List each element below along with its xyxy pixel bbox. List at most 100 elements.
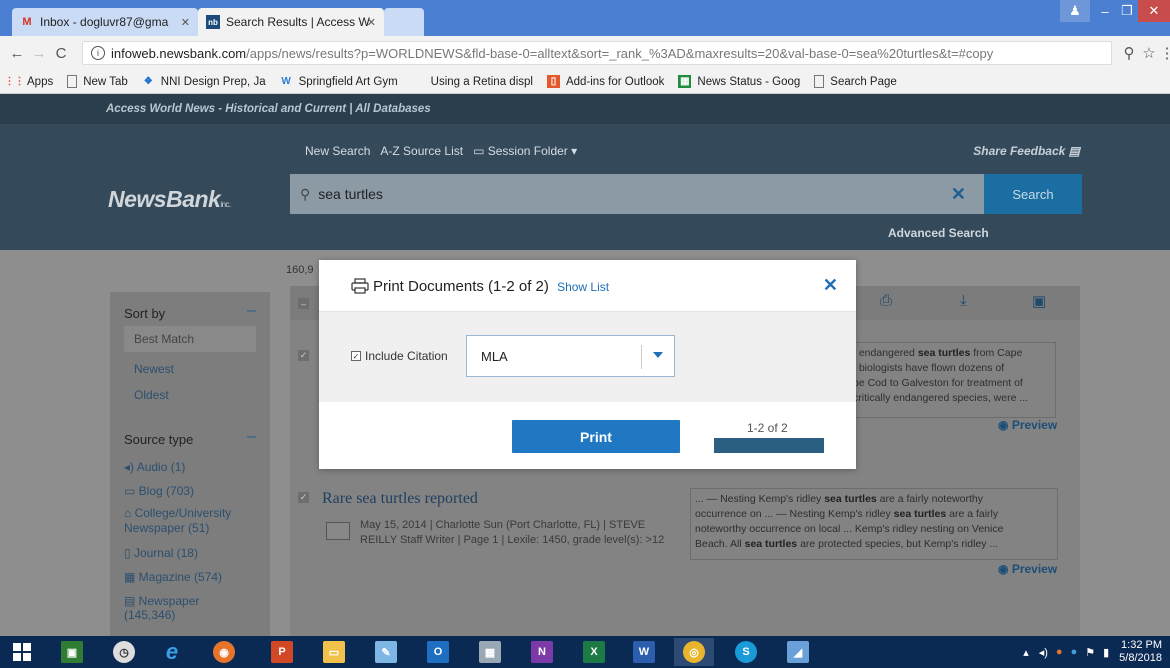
print-button[interactable]: Print: [512, 420, 680, 453]
outlook-icon: O: [427, 641, 449, 663]
caret-down-icon[interactable]: [653, 352, 663, 358]
advanced-search-link[interactable]: Advanced Search: [888, 226, 989, 240]
search-value: sea turtles: [318, 186, 383, 202]
powerpoint-icon: P: [271, 641, 293, 663]
user-icon[interactable]: ♟: [1060, 0, 1090, 22]
preview-link[interactable]: ◉ Preview: [998, 418, 1057, 432]
sort-newest[interactable]: Newest: [124, 362, 174, 376]
forward-icon[interactable]: →: [28, 45, 50, 62]
calculator-app[interactable]: ▦: [470, 638, 510, 666]
chrome-icon: ◎: [683, 641, 705, 663]
result-checkbox[interactable]: ✓: [298, 492, 309, 503]
system-clock[interactable]: 1:32 PM 5/8/2018: [1119, 639, 1162, 665]
file-explorer-app[interactable]: ▭: [314, 638, 354, 666]
collapse-icon[interactable]: –: [247, 302, 256, 320]
print-documents-modal: Print Documents (1-2 of 2) Show List ✕ ✓…: [319, 260, 856, 469]
other-app[interactable]: ◢: [778, 638, 818, 666]
new-tab-button[interactable]: [384, 8, 424, 36]
close-window-button[interactable]: ✕: [1138, 0, 1170, 22]
tray-app-icon[interactable]: ●: [1071, 646, 1078, 658]
volume-icon[interactable]: ◂): [1039, 646, 1048, 659]
clear-search-icon[interactable]: ✕: [951, 184, 966, 205]
zoom-icon[interactable]: ⚲: [1118, 44, 1140, 62]
include-citation-label: Include Citation: [365, 349, 448, 363]
tab-search-results[interactable]: nb Search Results | Access W ✕: [198, 8, 384, 36]
include-citation-option[interactable]: ✓ Include Citation: [351, 349, 448, 363]
result-checkbox[interactable]: ✓: [298, 350, 309, 361]
sort-best-match[interactable]: Best Match: [124, 326, 256, 352]
show-list-link[interactable]: Show List: [557, 280, 609, 294]
windows-taskbar: ▣ ◷ e ◉ P ▭ ✎ O ▦ N X W ◎ S ◢ ▴ ◂) ● ● ⚑…: [0, 636, 1170, 668]
menu-icon[interactable]: ⋮: [1156, 44, 1170, 62]
citation-style-select[interactable]: MLA: [466, 335, 675, 377]
progress-bar: [714, 438, 824, 453]
share-feedback-link[interactable]: Share Feedback ▤: [973, 144, 1080, 158]
printer-icon: [351, 278, 369, 294]
reload-icon[interactable]: C: [50, 45, 72, 62]
skype-app[interactable]: S: [726, 638, 766, 666]
bookmark-outlook-addins[interactable]: ▯ Add-ins for Outlook: [546, 75, 664, 88]
close-tab-icon[interactable]: ✕: [367, 16, 376, 29]
paint-icon: ✎: [375, 641, 397, 663]
save-folder-icon[interactable]: ▣: [1032, 292, 1046, 310]
store-app[interactable]: ▣: [52, 638, 92, 666]
info-icon[interactable]: i: [91, 46, 105, 60]
app-icon: ◢: [787, 641, 809, 663]
new-search-link[interactable]: New Search: [305, 144, 370, 158]
bookmark-search-page[interactable]: Search Page: [814, 75, 897, 88]
tray-up-icon[interactable]: ▴: [1023, 646, 1029, 659]
close-icon[interactable]: ✕: [823, 275, 838, 296]
firefox-app[interactable]: ◉: [204, 638, 244, 666]
download-icon[interactable]: ⤓: [960, 292, 967, 309]
clock-app[interactable]: ◷: [104, 638, 144, 666]
onenote-app[interactable]: N: [522, 638, 562, 666]
search-input[interactable]: ⚲ sea turtles ✕: [290, 174, 984, 214]
source-journal[interactable]: ▯ Journal (18): [124, 546, 198, 560]
windows-logo-icon: [13, 643, 31, 661]
sheets-icon: ▦: [678, 75, 692, 88]
bookmark-springfield[interactable]: W Springfield Art Gym: [280, 75, 397, 88]
url-input[interactable]: i infoweb.newsbank.com/apps/news/results…: [82, 41, 1112, 65]
ie-app[interactable]: e: [152, 638, 192, 666]
bookmark-nni[interactable]: ❖ NNI Design Prep, Ja: [142, 75, 266, 88]
search-button[interactable]: Search: [984, 174, 1082, 214]
chrome-app[interactable]: ◎: [674, 638, 714, 666]
excel-app[interactable]: X: [574, 638, 614, 666]
source-magazine[interactable]: ▦ Magazine (574): [124, 570, 222, 584]
az-source-list-link[interactable]: A-Z Source List: [380, 144, 463, 158]
bookmark-news-status[interactable]: ▦ News Status - Goog: [678, 75, 800, 88]
close-tab-icon[interactable]: ✕: [181, 16, 190, 29]
sort-oldest[interactable]: Oldest: [124, 388, 169, 402]
back-icon[interactable]: ←: [6, 45, 28, 62]
flag-icon[interactable]: ⚑: [1085, 646, 1095, 659]
powerpoint-app[interactable]: P: [262, 638, 302, 666]
source-blog[interactable]: ▭ Blog (703): [124, 484, 194, 498]
start-button[interactable]: [2, 638, 42, 666]
print-icon[interactable]: ⎙: [880, 292, 892, 309]
source-college[interactable]: ⌂ College/University Newspaper (51): [124, 506, 254, 536]
tray-app-icon[interactable]: ●: [1056, 646, 1063, 658]
preview-link[interactable]: ◉ Preview: [998, 562, 1057, 576]
result-title[interactable]: Rare sea turtles reported: [322, 490, 478, 508]
word-app[interactable]: W: [624, 638, 664, 666]
filter-sidebar: Sort by – Best Match Newest Oldest Sourc…: [110, 292, 270, 636]
snippet-line: . biologists have flown dozens of: [853, 362, 1005, 374]
network-icon[interactable]: ▮: [1103, 646, 1109, 659]
select-all-checkbox[interactable]: –: [298, 298, 309, 309]
paint-app[interactable]: ✎: [366, 638, 406, 666]
clock-date: 5/8/2018: [1119, 652, 1162, 664]
source-newspaper[interactable]: ▤ Newspaper (145,346): [124, 594, 244, 622]
tab-gmail[interactable]: M Inbox - dogluvr87@gma ✕: [12, 8, 198, 36]
bookmark-retina[interactable]: Using a Retina displ: [412, 75, 533, 88]
bookmark-new-tab[interactable]: New Tab: [67, 75, 128, 88]
newspaper-icon: ▤: [124, 594, 139, 608]
college-icon: ⌂: [124, 506, 135, 520]
ie-icon: e: [165, 639, 179, 664]
newsbank-logo: NewsBankinc.: [108, 186, 231, 212]
outlook-app[interactable]: O: [418, 638, 458, 666]
bookmark-apps[interactable]: ⋮⋮ Apps: [8, 75, 53, 88]
collapse-icon[interactable]: –: [247, 428, 256, 446]
source-audio[interactable]: ◂) Audio (1): [124, 460, 185, 474]
include-citation-checkbox[interactable]: ✓: [351, 351, 361, 361]
session-folder-link[interactable]: ▭ Session Folder ▾: [473, 144, 577, 158]
